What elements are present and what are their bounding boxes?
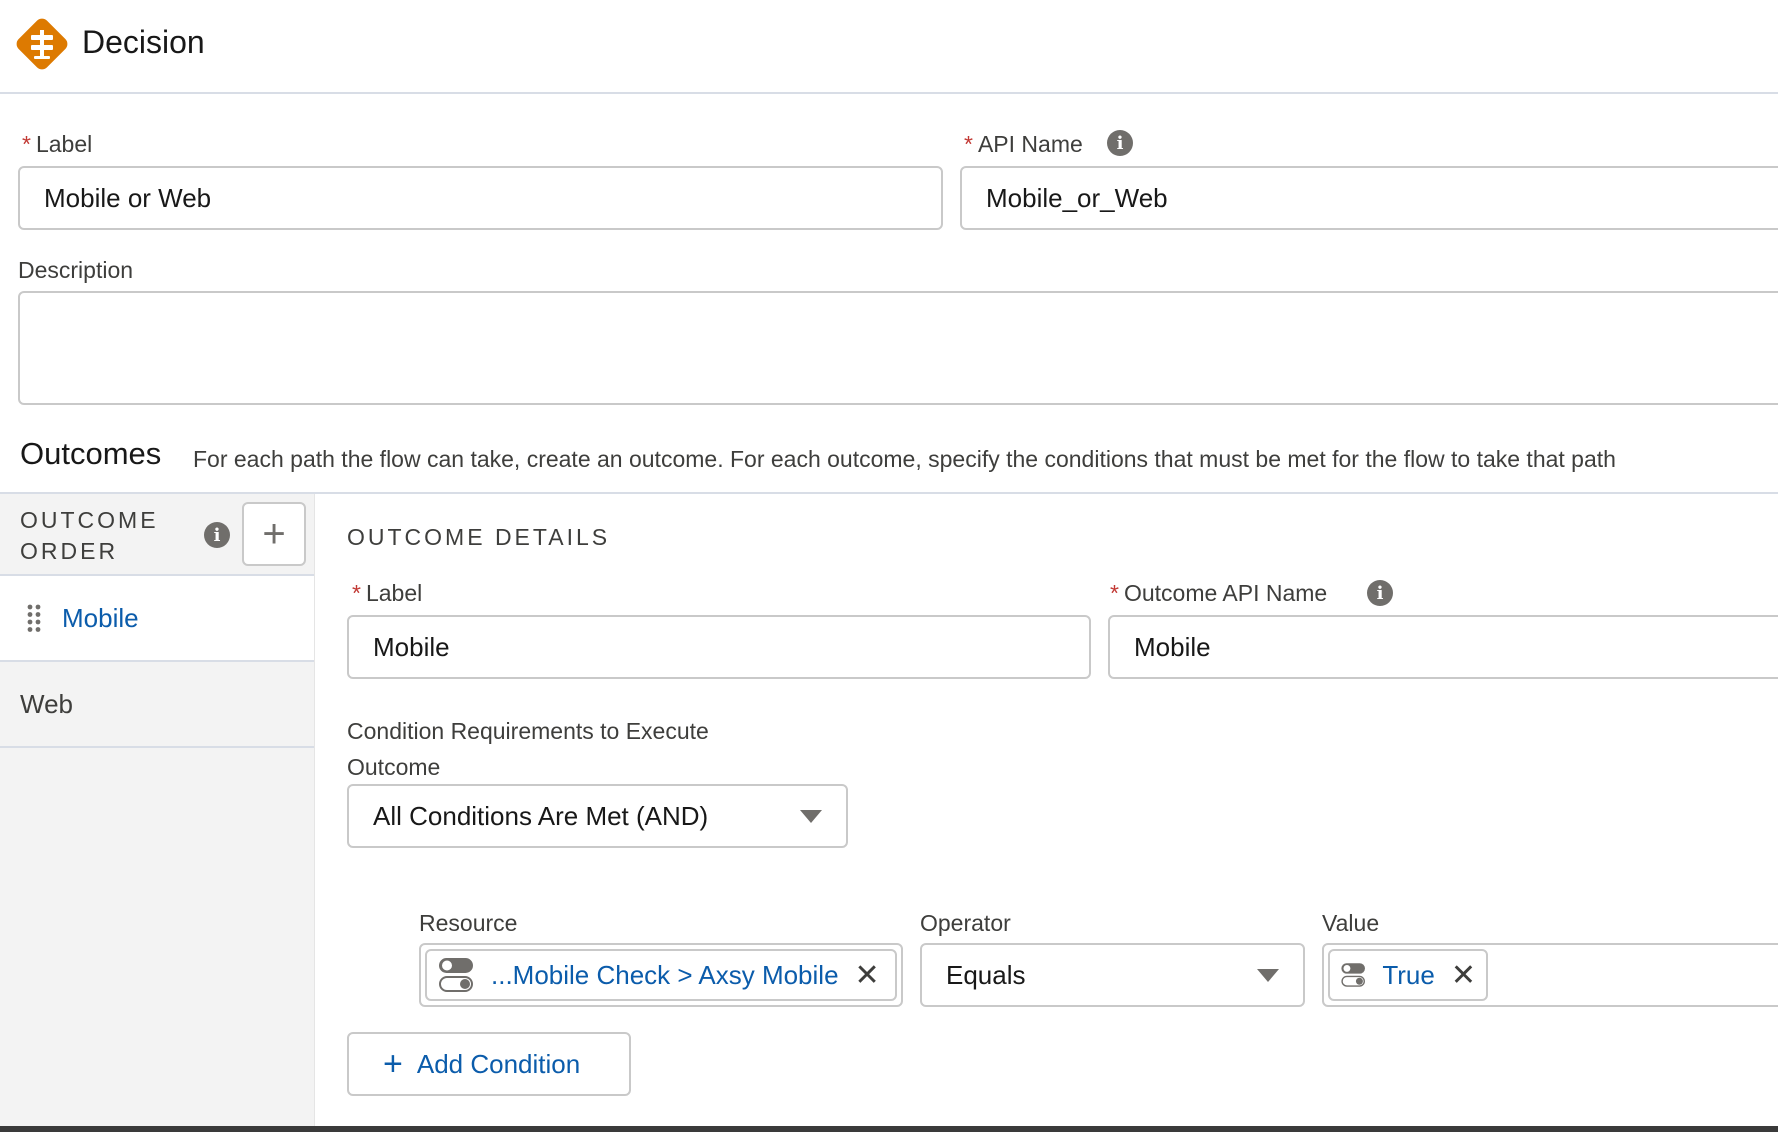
condition-requirements-label-line2: Outcome bbox=[347, 754, 441, 780]
outcome-label-field-label: * Label bbox=[352, 580, 422, 607]
outcome-list-item-label: Web bbox=[20, 688, 73, 719]
plus-icon: + bbox=[383, 1045, 403, 1083]
value-pill-label: True bbox=[1382, 959, 1435, 990]
resource-pill[interactable]: ...Mobile Check > Axsy Mobile ✕ bbox=[425, 949, 897, 1001]
outcomes-description: For each path the flow can take, create … bbox=[193, 446, 1616, 472]
drag-handle-icon[interactable] bbox=[26, 603, 42, 633]
api-name-input[interactable]: Mobile_or_Web bbox=[960, 166, 1778, 230]
bottom-border bbox=[0, 1126, 1778, 1132]
panel-header: Decision bbox=[0, 0, 1778, 94]
outcome-label-input[interactable]: Mobile bbox=[347, 615, 1091, 679]
label-field-label: * Label bbox=[22, 131, 92, 158]
resource-pill-label: ...Mobile Check > Axsy Mobile bbox=[491, 959, 839, 990]
info-icon[interactable]: i bbox=[204, 522, 230, 548]
outcome-list-item-mobile[interactable]: Mobile bbox=[0, 576, 314, 662]
api-name-caption: API Name bbox=[977, 131, 1083, 157]
condition-requirements-label-line1: Condition Requirements to Execute bbox=[347, 718, 709, 744]
add-outcome-button[interactable]: + bbox=[242, 502, 306, 566]
condition-requirements-select[interactable]: All Conditions Are Met (AND) bbox=[347, 784, 848, 848]
operator-value: Equals bbox=[946, 959, 1026, 990]
label-caption: Label bbox=[35, 131, 93, 157]
description-textarea[interactable] bbox=[18, 291, 1778, 405]
api-name-field-label: * API Name bbox=[964, 131, 1083, 158]
description-label: Description bbox=[18, 257, 134, 283]
condition-requirements-value: All Conditions Are Met (AND) bbox=[373, 800, 709, 831]
resource-label: Resource bbox=[419, 910, 518, 936]
decision-icon bbox=[16, 18, 68, 70]
required-mark: * bbox=[964, 131, 973, 157]
outcome-list-item-label: Mobile bbox=[62, 602, 139, 633]
add-condition-label: Add Condition bbox=[416, 1048, 581, 1079]
plus-icon: + bbox=[262, 511, 286, 556]
close-icon[interactable]: ✕ bbox=[855, 958, 880, 993]
outcome-api-name-caption: Outcome API Name bbox=[1123, 580, 1328, 606]
outcomes-title: Outcomes bbox=[20, 436, 162, 471]
required-mark: * bbox=[22, 131, 31, 157]
outcome-api-name-field-label: * Outcome API Name bbox=[1110, 580, 1327, 607]
chevron-down-icon bbox=[1257, 968, 1279, 982]
close-icon[interactable]: ✕ bbox=[1451, 958, 1476, 993]
boolean-toggle-icon bbox=[1341, 963, 1365, 987]
info-icon[interactable]: i bbox=[1107, 130, 1133, 156]
resource-combobox[interactable]: ...Mobile Check > Axsy Mobile ✕ bbox=[419, 943, 903, 1007]
label-input[interactable]: Mobile or Web bbox=[18, 166, 943, 230]
page-title: Decision bbox=[82, 24, 205, 60]
outcome-details-heading: OUTCOME DETAILS bbox=[347, 524, 611, 550]
boolean-toggle-icon bbox=[439, 958, 473, 992]
operator-select[interactable]: Equals bbox=[920, 943, 1305, 1007]
required-mark: * bbox=[352, 580, 361, 606]
value-pill[interactable]: True ✕ bbox=[1328, 949, 1488, 1001]
chevron-down-icon bbox=[800, 809, 822, 823]
outcome-api-name-input[interactable]: Mobile bbox=[1108, 615, 1778, 679]
add-condition-button[interactable]: + Add Condition bbox=[347, 1032, 631, 1096]
required-mark: * bbox=[1110, 580, 1119, 606]
condition-requirements-label: Condition Requirements to Execute Outcom… bbox=[347, 713, 709, 785]
outcome-label-caption: Label bbox=[365, 580, 423, 606]
outcome-list-item-web[interactable]: Web bbox=[0, 662, 314, 748]
value-combobox[interactable]: True ✕ bbox=[1322, 943, 1778, 1007]
value-label: Value bbox=[1322, 910, 1380, 936]
info-icon[interactable]: i bbox=[1367, 580, 1393, 606]
outcome-order-heading: OUTCOME ORDER bbox=[20, 507, 159, 564]
operator-label: Operator bbox=[920, 910, 1011, 936]
